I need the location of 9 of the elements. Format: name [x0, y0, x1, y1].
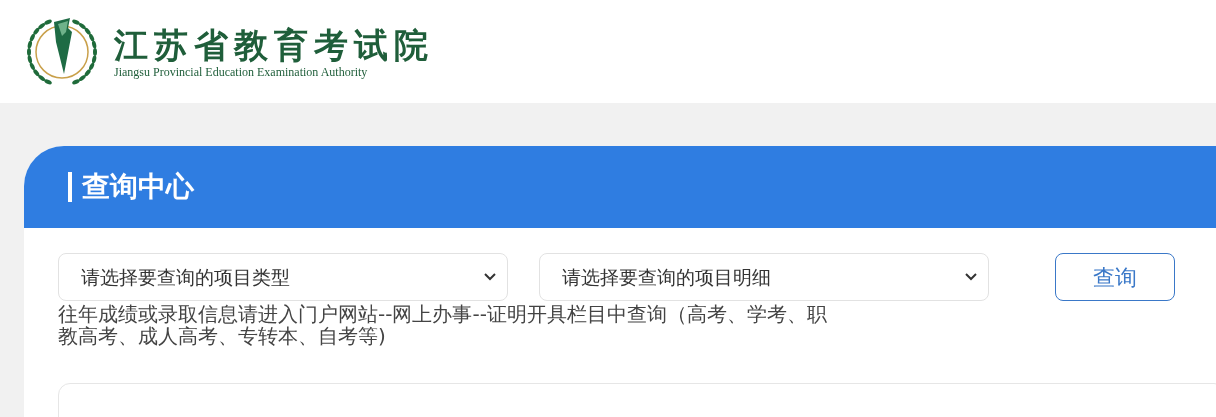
notice-text: 往年成绩或录取信息请进入门户网站--网上办事--证明开具栏目中查询（高考、学考、职教高考、成人高考、专转本、自考等) [58, 303, 828, 347]
site-subtitle: Jiangsu Provincial Education Examination Authority [114, 64, 369, 79]
select-field[interactable]: 请选择要查询的项目明细 [539, 253, 989, 301]
site-title: 江苏省教育考试院 [114, 24, 434, 65]
chevron-down-icon [964, 272, 978, 282]
select-field[interactable]: 请选择要查询的项目类型 [58, 253, 508, 301]
chevron-down-icon [483, 272, 497, 282]
panel-title: 查询中心 [82, 169, 194, 205]
query-button[interactable]: 查询 [1055, 253, 1175, 301]
